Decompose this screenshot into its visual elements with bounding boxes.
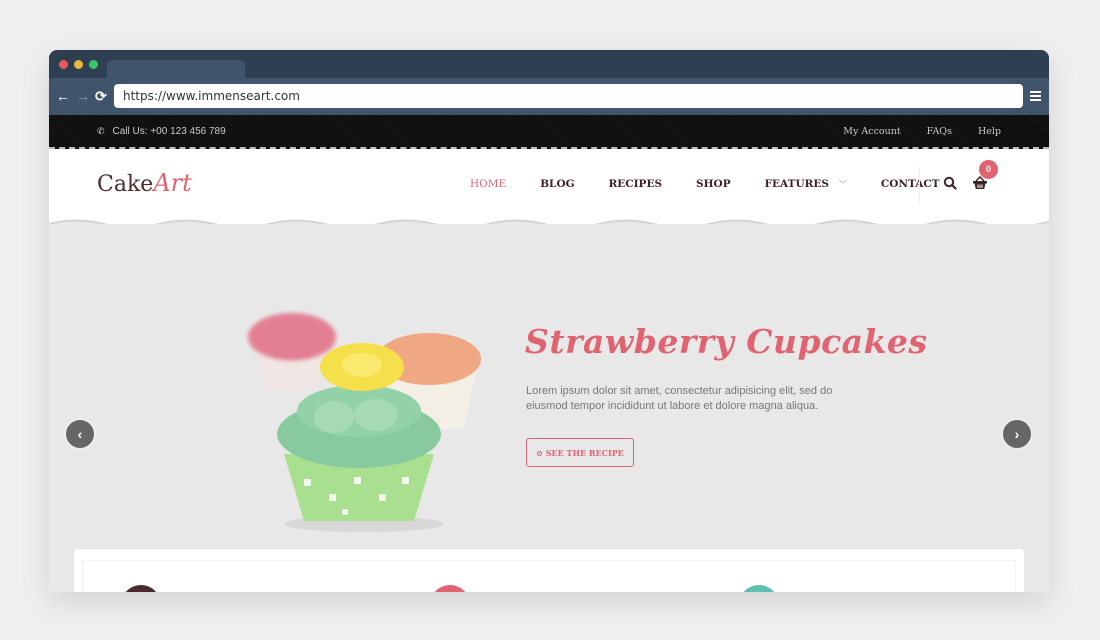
logo-main: Cake bbox=[97, 172, 154, 197]
main-nav: HOME BLOG RECIPES SHOP FEATURES ﹀ CONTACT bbox=[470, 178, 974, 190]
hero-text: Lorem ipsum dolor sit amet, consectetur … bbox=[526, 385, 833, 412]
chevron-down-icon: ﹀ bbox=[838, 178, 847, 189]
phone-text: Call Us: +00 123 456 789 bbox=[112, 126, 226, 137]
see-recipe-label: SEE THE RECIPE bbox=[545, 447, 624, 458]
nav-home[interactable]: HOME bbox=[470, 178, 506, 190]
search-icon[interactable] bbox=[943, 176, 957, 190]
play-circle-icon: ⊙ bbox=[536, 447, 543, 458]
nav-recipes[interactable]: RECIPES bbox=[609, 178, 662, 190]
address-bar[interactable]: https://www.immenseart.com bbox=[114, 84, 1023, 108]
faqs-link[interactable]: FAQs bbox=[927, 126, 952, 137]
browser-tab[interactable] bbox=[107, 60, 245, 78]
features-panel-inner bbox=[82, 560, 1016, 592]
hamburger-menu-icon[interactable] bbox=[1030, 91, 1041, 103]
logo-accent: Art bbox=[153, 169, 192, 197]
site-header: CakeArt HOME BLOG RECIPES SHOP FEATURES ﹀… bbox=[49, 149, 1049, 231]
my-account-link[interactable]: My Account bbox=[843, 126, 900, 137]
nav-features[interactable]: FEATURES ﹀ bbox=[765, 178, 847, 190]
nav-features-label: FEATURES bbox=[764, 178, 829, 190]
phone-icon: ✆ bbox=[97, 126, 105, 136]
help-link[interactable]: Help bbox=[978, 126, 1001, 137]
call-us: ✆ Call Us: +00 123 456 789 bbox=[97, 126, 226, 137]
nav-contact[interactable]: CONTACT bbox=[881, 178, 940, 190]
back-arrow-icon[interactable]: ← bbox=[56, 87, 70, 105]
minimize-window-button[interactable] bbox=[74, 60, 83, 69]
chevron-right-icon: › bbox=[1014, 426, 1020, 442]
nav-blog[interactable]: BLOG bbox=[540, 178, 574, 190]
logo[interactable]: CakeArt bbox=[97, 169, 192, 198]
browser-window: ← → ⟳ https://www.immenseart.com ✆ Call … bbox=[49, 50, 1049, 592]
hero-title: Strawberry Cupcakes bbox=[525, 322, 928, 361]
browser-titlebar bbox=[49, 50, 1049, 78]
browser-toolbar: ← → ⟳ https://www.immenseart.com bbox=[49, 78, 1049, 115]
cart-count-badge: 0 bbox=[979, 160, 998, 179]
maximize-window-button[interactable] bbox=[89, 60, 98, 69]
chevron-left-icon: ‹ bbox=[77, 426, 83, 442]
nav-shop[interactable]: SHOP bbox=[696, 178, 731, 190]
top-info-bar: ✆ Call Us: +00 123 456 789 My Account FA… bbox=[49, 115, 1049, 149]
see-recipe-button[interactable]: ⊙ SEE THE RECIPE bbox=[526, 438, 634, 467]
nav-divider bbox=[919, 167, 920, 203]
close-window-button[interactable] bbox=[59, 60, 68, 69]
forward-arrow-icon[interactable]: → bbox=[76, 87, 90, 105]
features-panel bbox=[74, 549, 1024, 592]
next-slide-button[interactable]: › bbox=[1001, 418, 1033, 450]
cupcake-image bbox=[248, 313, 481, 532]
reload-icon[interactable]: ⟳ bbox=[95, 87, 107, 105]
hero-slider: Strawberry Cupcakes Lorem ipsum dolor si… bbox=[49, 224, 1049, 549]
prev-slide-button[interactable]: ‹ bbox=[64, 418, 96, 450]
